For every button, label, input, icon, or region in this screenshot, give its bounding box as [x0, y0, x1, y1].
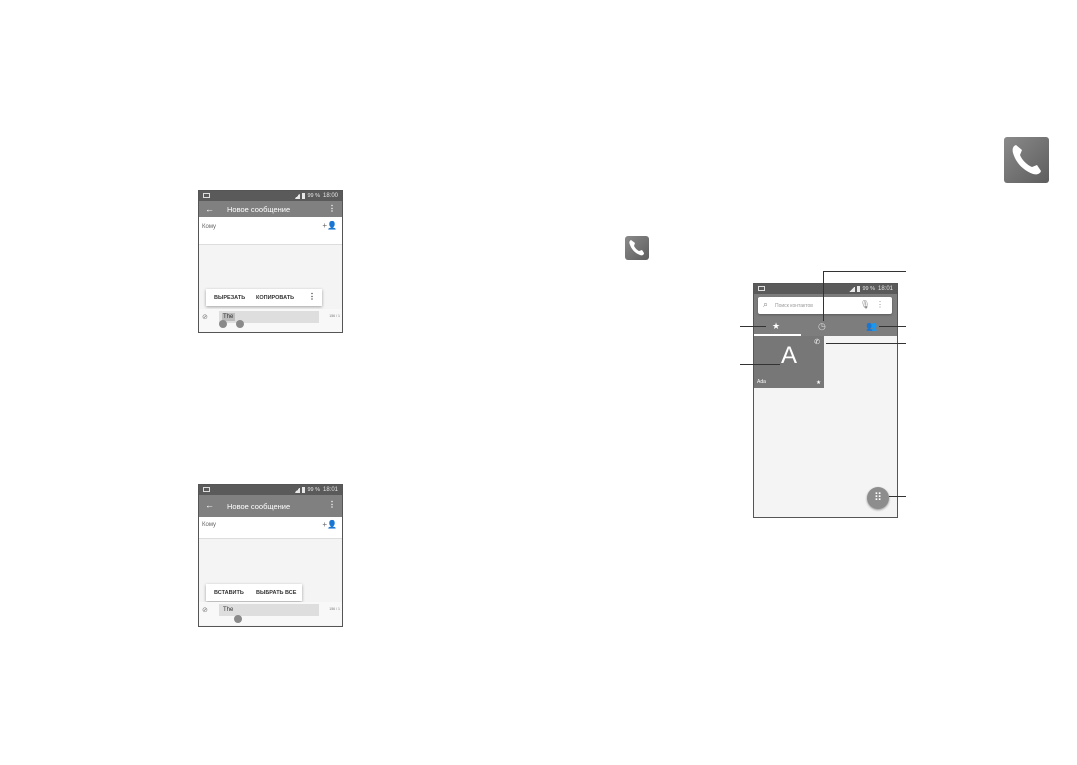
more-vert-icon[interactable]: ⋮ — [328, 204, 336, 213]
battery-icon — [302, 487, 306, 493]
callout-line-contacts — [879, 326, 906, 327]
screenshot-cut-copy: 99 % 18:00 ← Новое сообщение ⋮ Кому +👤 В… — [198, 190, 343, 333]
more-vert-icon[interactable]: ⋮ — [308, 292, 316, 301]
selection-handle-right[interactable] — [236, 320, 244, 328]
contact-initial: A — [781, 342, 798, 369]
selection-handle-left[interactable] — [219, 320, 227, 328]
text-context-menu: ВЫРЕЗАТЬ КОПИРОВАТЬ ⋮ — [206, 289, 322, 306]
char-counter: 156 / 1 — [329, 314, 340, 318]
battery-icon — [302, 193, 306, 199]
callout-line-favourites — [740, 326, 766, 327]
callout-line-call — [826, 343, 906, 344]
search-icon: ⌕ — [763, 299, 769, 309]
callout-line-recents-vertical — [823, 271, 824, 321]
screenshot-dialer: 99 % 18:01 ⌕ Поиск контактов 🎙 ⋮ ★ ◷ 👥 ✆… — [753, 283, 898, 518]
notification-icon — [203, 193, 210, 198]
to-label: Кому — [202, 522, 217, 528]
recipient-row[interactable]: Кому +👤 — [199, 217, 342, 245]
dialpad-fab[interactable]: ⠿ — [867, 487, 889, 509]
toolbar: ← Новое сообщение ⋮ — [199, 201, 342, 217]
message-text: The — [223, 314, 234, 320]
back-arrow-icon[interactable]: ← — [205, 500, 214, 510]
add-person-icon[interactable]: +👤 — [322, 221, 337, 230]
phone-icon — [1012, 145, 1041, 175]
text-context-menu: ВСТАВИТЬ ВЫБРАТЬ ВСЕ — [206, 584, 302, 601]
favourite-contact-tile[interactable]: ✆ A Ada ★ — [754, 336, 824, 388]
more-vert-icon[interactable]: ⋮ — [328, 500, 336, 509]
notification-icon — [203, 487, 210, 492]
mic-icon[interactable]: 🎙 — [860, 300, 870, 309]
contact-search-box[interactable]: ⌕ Поиск контактов 🎙 ⋮ — [758, 297, 892, 314]
add-person-icon[interactable]: +👤 — [322, 520, 337, 529]
char-counter: 156 / 1 — [329, 607, 340, 611]
callout-line-dialpad — [889, 496, 906, 497]
phone-app-icon-large — [1004, 137, 1049, 183]
toolbar-title: Новое сообщение — [227, 205, 291, 214]
battery-percent: 99 % — [307, 487, 320, 493]
paste-menu-item[interactable]: ВСТАВИТЬ — [214, 590, 244, 596]
message-input[interactable]: The — [219, 604, 319, 616]
favourites-tab-star-icon[interactable]: ★ — [772, 321, 780, 332]
phone-app-icon-small — [625, 236, 649, 260]
callout-line-contact-tile — [740, 364, 780, 365]
signal-icon — [849, 286, 856, 292]
message-text: The — [223, 607, 234, 613]
select-all-menu-item[interactable]: ВЫБРАТЬ ВСЕ — [256, 590, 296, 596]
star-icon: ★ — [816, 380, 821, 386]
attach-icon[interactable]: ⊘ — [202, 606, 208, 614]
message-input[interactable]: The — [219, 311, 319, 323]
status-bar: 99 % 18:00 — [199, 191, 342, 201]
toolbar-title: Новое сообщение — [227, 502, 291, 511]
back-arrow-icon[interactable]: ← — [205, 204, 214, 214]
battery-percent: 99 % — [862, 286, 875, 292]
status-bar: 99 % 18:01 — [199, 485, 342, 495]
search-placeholder: Поиск контактов — [775, 303, 813, 309]
recipient-row[interactable]: Кому +👤 — [199, 517, 342, 539]
more-vert-icon[interactable]: ⋮ — [876, 300, 884, 309]
status-time: 18:01 — [322, 487, 338, 493]
screenshot-paste: 99 % 18:01 ← Новое сообщение ⋮ Кому +👤 В… — [198, 484, 343, 627]
battery-percent: 99 % — [307, 193, 320, 199]
cut-menu-item[interactable]: ВЫРЕЗАТЬ — [214, 295, 245, 301]
recents-tab-clock-icon[interactable]: ◷ — [818, 321, 826, 332]
tab-bar: ★ ◷ 👥 — [754, 318, 897, 336]
phone-icon — [629, 240, 644, 256]
cursor-handle[interactable] — [234, 615, 242, 623]
compose-bar: ⊘ The 156 / 1 — [199, 602, 342, 625]
battery-icon — [857, 286, 861, 292]
signal-icon — [294, 193, 301, 199]
dialpad-icon: ⠿ — [873, 492, 883, 504]
contacts-tab-people-icon[interactable]: 👥 — [866, 321, 877, 332]
to-label: Кому — [202, 224, 217, 230]
contact-name: Ada — [757, 379, 766, 385]
status-time: 18:00 — [322, 193, 338, 199]
signal-icon — [294, 487, 301, 493]
notification-icon — [758, 286, 765, 291]
status-time: 18:01 — [877, 286, 893, 292]
toolbar: ← Новое сообщение ⋮ — [199, 495, 342, 517]
call-icon[interactable]: ✆ — [814, 338, 820, 346]
copy-menu-item[interactable]: КОПИРОВАТЬ — [256, 295, 294, 301]
status-bar: 99 % 18:01 — [754, 284, 897, 294]
attach-icon[interactable]: ⊘ — [202, 313, 208, 321]
callout-line-recents — [823, 271, 906, 272]
